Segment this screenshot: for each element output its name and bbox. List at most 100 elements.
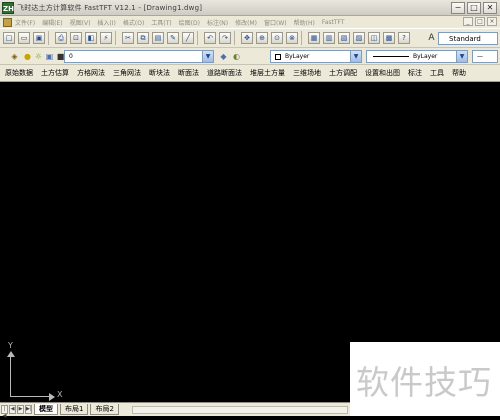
redo-icon[interactable]: ↷ <box>219 32 231 44</box>
cmd-block-method[interactable]: 断块法 <box>149 68 170 78</box>
plot-icon[interactable]: ◧ <box>85 32 97 44</box>
toolbar-separator <box>115 31 116 45</box>
zoom-previous-icon[interactable]: ⊗ <box>286 32 298 44</box>
command-bar: 原始数据 土方估算 方格网法 三角网法 断块法 断面法 道路断面法 堆层土方量 … <box>0 65 500 82</box>
toolbar-separator <box>197 31 198 45</box>
cmd-help[interactable]: 帮助 <box>452 68 466 78</box>
prev-tab-icon[interactable]: ◀ <box>9 405 16 414</box>
cut-icon[interactable]: ✂ <box>122 32 134 44</box>
menu-fasttft[interactable]: FastTFT <box>322 19 345 26</box>
chevron-down-icon[interactable]: ▼ <box>202 51 213 62</box>
tab-model[interactable]: 模型 <box>34 404 58 415</box>
cmd-earth-allocation[interactable]: 土方调配 <box>329 68 357 78</box>
make-current-icon[interactable]: ◆ <box>218 51 229 62</box>
menu-modify[interactable]: 修改(M) <box>235 18 257 27</box>
minimize-button[interactable]: − <box>451 2 465 14</box>
ucs-x-arrow-icon <box>49 393 55 401</box>
linetype-dropdown[interactable]: ByLayer ▼ <box>366 50 468 63</box>
open-icon[interactable]: ▭ <box>18 32 30 44</box>
window-title: 飞时达土方计算软件 FastTFT V12.1 - [Drawing1.dwg] <box>17 3 203 12</box>
last-tab-icon[interactable]: ▶| <box>25 405 32 414</box>
new-icon[interactable]: □ <box>3 32 15 44</box>
color-dropdown[interactable]: ByLayer ▼ <box>270 50 362 63</box>
layers-toolbar: ◈ ● ☼ ▣ ■ 0 ▼ ◆ ◐ ByLayer ▼ ByLayer ▼ — <box>0 48 500 65</box>
menu-view[interactable]: 视图(V) <box>70 18 91 27</box>
markup-icon[interactable]: ◫ <box>368 32 380 44</box>
tab-layout1[interactable]: 布局1 <box>60 404 89 415</box>
cmd-estimate[interactable]: 土方估算 <box>41 68 69 78</box>
lineweight-dropdown[interactable]: — <box>472 50 498 63</box>
menu-draw[interactable]: 绘图(D) <box>179 18 200 27</box>
paste-icon[interactable]: ▤ <box>152 32 164 44</box>
color-value: ByLayer <box>285 53 310 60</box>
cmd-triangle-method[interactable]: 三角网法 <box>113 68 141 78</box>
layer-value: 0 <box>69 53 73 60</box>
layer-previous-icon[interactable]: ◐ <box>231 51 242 62</box>
zoom-window-icon[interactable]: ⊙ <box>271 32 283 44</box>
text-style-dropdown[interactable]: Standard <box>438 32 498 45</box>
text-style-icon[interactable]: A <box>426 32 437 44</box>
help-icon[interactable]: ? <box>398 32 410 44</box>
lightbulb-icon[interactable]: ● <box>22 51 33 62</box>
copy-icon[interactable]: ⧉ <box>137 32 149 44</box>
pan-icon[interactable]: ✥ <box>241 32 253 44</box>
standard-toolbar: □ ▭ ▣ ⎙ ⊡ ◧ ⚡ ✂ ⧉ ▤ ✎ ╱ ↶ ↷ ✥ ⊕ ⊙ ⊗ ▦ ▥ … <box>0 28 500 48</box>
horizontal-scrollbar[interactable] <box>132 406 348 414</box>
match-properties-icon[interactable]: ✎ <box>167 32 179 44</box>
layer-dropdown[interactable]: 0 ▼ <box>64 50 214 63</box>
menu-format[interactable]: 格式(O) <box>123 18 144 27</box>
menu-bar: 文件(F) 编辑(E) 视图(V) 插入(I) 格式(O) 工具(T) 绘图(D… <box>0 16 500 28</box>
menu-dimension[interactable]: 标注(N) <box>207 18 228 27</box>
maximize-button[interactable]: □ <box>467 2 481 14</box>
menu-help[interactable]: 帮助(H) <box>294 18 315 27</box>
menu-window[interactable]: 窗口(W) <box>264 18 287 27</box>
sheet-set-icon[interactable]: ▨ <box>353 32 365 44</box>
close-button[interactable]: ✕ <box>483 2 497 14</box>
toolbar-separator <box>301 31 302 45</box>
title-bar[interactable]: ZH 飞时达土方计算软件 FastTFT V12.1 - [Drawing1.d… <box>0 0 500 16</box>
tab-layout2[interactable]: 布局2 <box>90 404 119 415</box>
chevron-down-icon[interactable]: ▼ <box>456 51 467 62</box>
linetype-value: ByLayer <box>413 53 438 60</box>
design-center-icon[interactable]: ▥ <box>323 32 335 44</box>
calculator-icon[interactable]: ▩ <box>383 32 395 44</box>
ucs-y-label: Y <box>8 341 13 350</box>
cmd-annotate[interactable]: 标注 <box>408 68 422 78</box>
publish-icon[interactable]: ⚡ <box>100 32 112 44</box>
menu-insert[interactable]: 插入(I) <box>97 18 115 27</box>
doc-close-button[interactable]: × <box>487 17 497 26</box>
next-tab-icon[interactable]: ▶ <box>17 405 24 414</box>
cmd-grid-method[interactable]: 方格网法 <box>77 68 105 78</box>
tool-palettes-icon[interactable]: ▧ <box>338 32 350 44</box>
cmd-road-section-method[interactable]: 道路断面法 <box>207 68 242 78</box>
undo-icon[interactable]: ↶ <box>204 32 216 44</box>
menu-edit[interactable]: 编辑(E) <box>42 18 62 27</box>
cmd-layer-volume[interactable]: 堆层土方量 <box>250 68 285 78</box>
sun-icon[interactable]: ☼ <box>33 51 44 62</box>
print-icon[interactable]: ⎙ <box>55 32 67 44</box>
cmd-tools[interactable]: 工具 <box>430 68 444 78</box>
document-icon[interactable] <box>3 17 12 27</box>
preview-icon[interactable]: ⊡ <box>70 32 82 44</box>
text-style-value: Standard <box>449 34 481 43</box>
menu-file[interactable]: 文件(F) <box>15 18 35 27</box>
lock-icon[interactable]: ▣ <box>44 51 55 62</box>
app-logo-icon[interactable]: ZH <box>2 1 14 14</box>
chevron-down-icon[interactable]: ▼ <box>350 51 361 62</box>
properties-icon[interactable]: ▦ <box>308 32 320 44</box>
ucs-y-axis <box>10 353 11 396</box>
cmd-raw-data[interactable]: 原始数据 <box>5 68 33 78</box>
cmd-section-method[interactable]: 断面法 <box>178 68 199 78</box>
doc-restore-button[interactable]: □ <box>475 17 485 26</box>
layer-manager-icon[interactable]: ◈ <box>9 51 20 62</box>
menu-tools[interactable]: 工具(T) <box>151 18 171 27</box>
brush-icon[interactable]: ╱ <box>182 32 194 44</box>
lineweight-value: — <box>477 53 483 60</box>
save-icon[interactable]: ▣ <box>33 32 45 44</box>
zoom-realtime-icon[interactable]: ⊕ <box>256 32 268 44</box>
cmd-3d-site[interactable]: 三维场地 <box>293 68 321 78</box>
linetype-sample <box>373 56 409 57</box>
doc-minimize-button[interactable]: _ <box>463 17 473 26</box>
cmd-settings-output[interactable]: 设置和出图 <box>365 68 400 78</box>
first-tab-icon[interactable]: |◀ <box>1 405 8 419</box>
